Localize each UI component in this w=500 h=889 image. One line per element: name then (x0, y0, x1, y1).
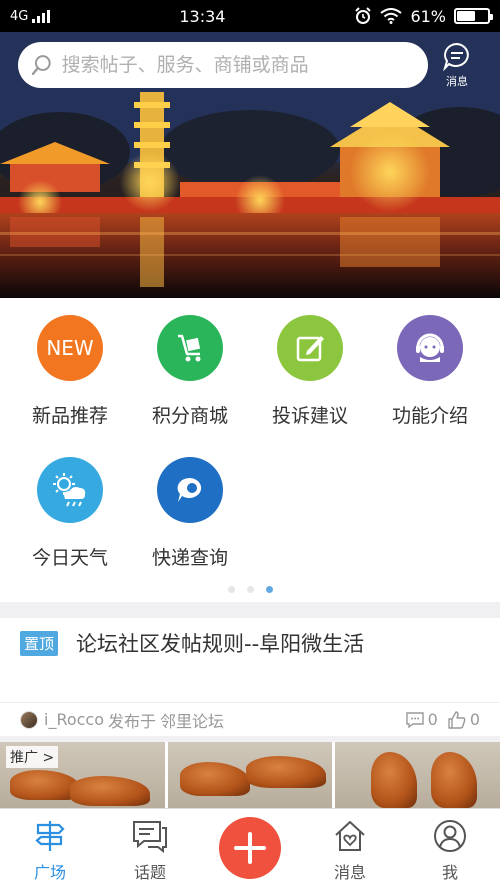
search-input[interactable] (61, 54, 416, 76)
tab-profile[interactable]: 我 (400, 809, 500, 889)
post-meta: i_Rocco 发布于 邻里论坛 0 0 (0, 702, 500, 736)
new-icon: NEW (37, 315, 103, 381)
grid-item-weather[interactable]: 今日天气 (10, 457, 130, 570)
comment-count[interactable]: 0 (405, 710, 438, 729)
comment-count-value: 0 (427, 710, 438, 729)
home-heart-icon (335, 821, 365, 851)
edit-icon (277, 315, 343, 381)
page-indicator (0, 586, 500, 593)
chat-bubble-icon (157, 457, 223, 523)
promo-image[interactable]: 推广 > (0, 742, 165, 808)
promo-strip[interactable]: 推广 > (0, 742, 500, 808)
thumbs-up-icon (448, 710, 466, 729)
plus-button[interactable] (219, 817, 281, 879)
clock: 13:34 (179, 6, 226, 26)
pinned-post[interactable]: 置顶 论坛社区发帖规则--阜阳微生活 i_Rocco 发布于 邻里论坛 0 0 (0, 618, 500, 736)
search-icon (31, 55, 51, 76)
battery-percent: 61% (410, 6, 446, 26)
plaza-icon (35, 821, 65, 851)
plus-icon (234, 832, 266, 864)
support-icon (397, 315, 463, 381)
page-dot-active[interactable] (265, 586, 273, 593)
feature-grid: NEW 新品推荐 积分商城 投诉建议 功能介绍 今日天气 快递查询 (0, 298, 500, 602)
post-title[interactable]: 论坛社区发帖规则--阜阳微生活 (76, 628, 364, 658)
page-dot[interactable] (246, 586, 254, 593)
tab-topics[interactable]: 话题 (100, 809, 200, 889)
grid-item-express[interactable]: 快递查询 (130, 457, 250, 570)
cart-icon (157, 315, 223, 381)
grid-label: 投诉建议 (271, 405, 348, 427)
posted-in-text: 发布于 (108, 711, 157, 731)
grid-label: 积分商城 (151, 405, 228, 427)
avatar[interactable] (20, 710, 38, 729)
bottom-nav: 广场 话题 消息 我 (0, 808, 500, 889)
pinned-badge: 置顶 (20, 630, 59, 656)
tab-label: 消息 (333, 863, 366, 882)
post-forum[interactable]: 邻里论坛 (160, 708, 224, 732)
tab-label: 我 (441, 863, 458, 882)
tab-messages[interactable]: 消息 (300, 809, 400, 889)
hero-banner[interactable]: 消息 (0, 32, 500, 298)
new-icon-text: NEW (46, 336, 94, 360)
message-label: 消息 (446, 75, 468, 88)
promo-image[interactable] (335, 742, 500, 808)
message-icon (443, 42, 469, 71)
grid-item-new-products[interactable]: NEW 新品推荐 (10, 315, 130, 428)
signal-icon (32, 9, 51, 23)
status-bar: 4G 13:34 61% (0, 0, 500, 32)
grid-item-complaints[interactable]: 投诉建议 (250, 315, 370, 428)
like-count-value: 0 (469, 710, 480, 729)
wifi-icon (380, 8, 403, 24)
tab-label: 话题 (133, 863, 166, 882)
grid-label: 今日天气 (31, 547, 108, 569)
page-dot[interactable] (227, 586, 235, 593)
tab-add[interactable] (200, 809, 300, 889)
search-box[interactable] (18, 42, 428, 88)
grid-item-points-mall[interactable]: 积分商城 (130, 315, 250, 428)
network-type: 4G (10, 8, 29, 24)
post-author[interactable]: i_Rocco (44, 710, 104, 729)
grid-label: 新品推荐 (31, 405, 108, 427)
like-count[interactable]: 0 (448, 710, 480, 729)
grid-label: 功能介绍 (391, 405, 468, 427)
promo-image[interactable] (167, 742, 333, 808)
search-bar: 消息 (0, 32, 500, 98)
comment-icon (405, 711, 424, 728)
grid-item-features[interactable]: 功能介绍 (370, 315, 490, 428)
promo-tag[interactable]: 推广 > (6, 746, 59, 768)
grid-label: 快递查询 (151, 547, 228, 569)
message-button[interactable]: 消息 (442, 41, 472, 89)
alarm-icon (355, 7, 372, 24)
battery-icon (454, 8, 493, 24)
topic-icon (133, 821, 167, 853)
tab-plaza[interactable]: 广场 (0, 809, 100, 889)
weather-icon (37, 457, 103, 523)
tab-label: 广场 (33, 863, 66, 882)
profile-icon (434, 820, 466, 852)
